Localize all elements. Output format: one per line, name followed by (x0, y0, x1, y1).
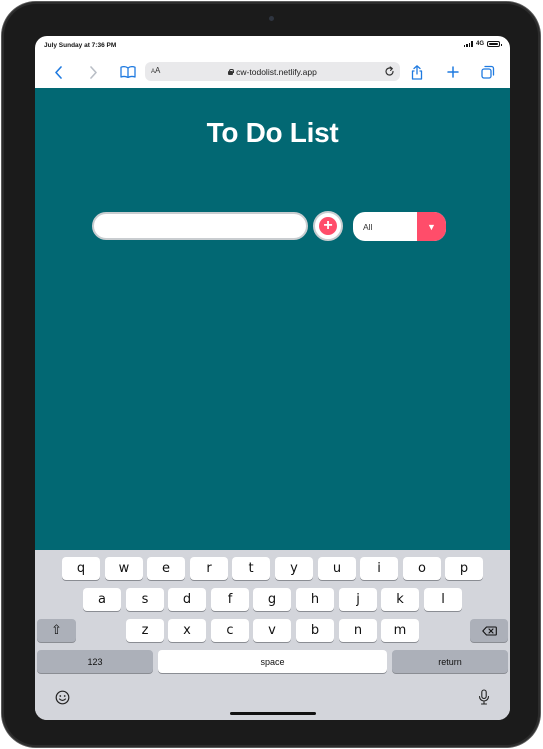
reload-icon (384, 65, 394, 76)
numbers-key[interactable]: 123 (37, 650, 153, 673)
key-z[interactable]: z (126, 619, 164, 642)
bookmarks-button[interactable] (116, 56, 140, 88)
key-x[interactable]: x (168, 619, 206, 642)
url-text: cw-todolist.netlify.app (236, 66, 317, 77)
address-bar[interactable]: AA cw-todolist.netlify.app (145, 62, 400, 81)
new-tab-button[interactable] (441, 56, 465, 88)
reload-button[interactable] (382, 64, 396, 78)
plus-circle-icon: + (319, 217, 337, 235)
key-s[interactable]: s (126, 588, 164, 611)
todo-input[interactable] (92, 212, 308, 240)
plus-icon (447, 66, 459, 78)
browser-toolbar: AA cw-todolist.netlify.app (35, 56, 510, 88)
key-y[interactable]: y (275, 557, 313, 580)
ipad-frame: July Sunday at 7:36 PM 4G AA cw-todolist… (2, 2, 540, 747)
key-i[interactable]: i (360, 557, 398, 580)
lock-icon (228, 68, 234, 75)
front-camera (269, 16, 274, 21)
key-k[interactable]: k (381, 588, 419, 611)
emoji-button[interactable] (53, 688, 71, 706)
status-indicators: 4G (463, 41, 502, 47)
key-m[interactable]: m (381, 619, 419, 642)
url-display: cw-todolist.netlify.app (145, 62, 400, 81)
key-n[interactable]: n (339, 619, 377, 642)
key-u[interactable]: u (318, 557, 356, 580)
webpage: To Do List + All ▼ (35, 88, 510, 550)
back-button[interactable] (46, 56, 70, 88)
status-bar: July Sunday at 7:36 PM 4G (35, 36, 510, 56)
book-icon (120, 66, 136, 78)
key-q[interactable]: q (62, 557, 100, 580)
delete-key[interactable] (470, 619, 508, 642)
status-time: July Sunday at 7:36 PM (44, 42, 117, 49)
key-a[interactable]: a (83, 588, 121, 611)
chevron-left-icon (54, 65, 62, 79)
key-l[interactable]: l (424, 588, 462, 611)
shift-key[interactable]: ⇧ (37, 619, 76, 642)
key-d[interactable]: d (168, 588, 206, 611)
share-icon (411, 64, 423, 80)
space-key[interactable]: space (158, 650, 387, 673)
key-g[interactable]: g (253, 588, 291, 611)
page-title: To Do List (206, 117, 339, 148)
dropdown-arrow-icon[interactable]: ▼ (417, 212, 446, 241)
emoji-icon (55, 690, 69, 704)
key-o[interactable]: o (403, 557, 441, 580)
home-indicator (230, 712, 316, 715)
key-p[interactable]: p (445, 557, 483, 580)
key-r[interactable]: r (190, 557, 228, 580)
tabs-overview-button[interactable] (476, 56, 500, 88)
battery-icon (487, 41, 502, 47)
key-w[interactable]: w (105, 557, 143, 580)
onscreen-keyboard: q w e r t y u i o p a s d f g h j k l ⇧ … (35, 550, 510, 720)
key-j[interactable]: j (339, 588, 377, 611)
key-b[interactable]: b (296, 619, 334, 642)
return-key[interactable]: return (392, 650, 508, 673)
forward-button[interactable] (81, 56, 105, 88)
shift-icon: ⇧ (51, 623, 62, 638)
dictation-button[interactable] (475, 688, 493, 706)
tabs-icon (481, 65, 495, 79)
microphone-icon (478, 689, 490, 705)
add-todo-button[interactable]: + (313, 211, 343, 241)
cellular-signal-icon (463, 41, 473, 47)
key-h[interactable]: h (296, 588, 334, 611)
filter-selected-value: All (363, 221, 373, 232)
key-e[interactable]: e (147, 557, 185, 580)
key-t[interactable]: t (232, 557, 270, 580)
share-button[interactable] (405, 56, 429, 88)
filter-select[interactable]: All ▼ (353, 212, 446, 241)
screen: July Sunday at 7:36 PM 4G AA cw-todolist… (35, 36, 510, 720)
network-type: 4G (475, 41, 484, 47)
key-f[interactable]: f (211, 588, 249, 611)
key-c[interactable]: c (211, 619, 249, 642)
chevron-right-icon (89, 65, 97, 79)
key-v[interactable]: v (253, 619, 291, 642)
backspace-icon (481, 625, 497, 636)
